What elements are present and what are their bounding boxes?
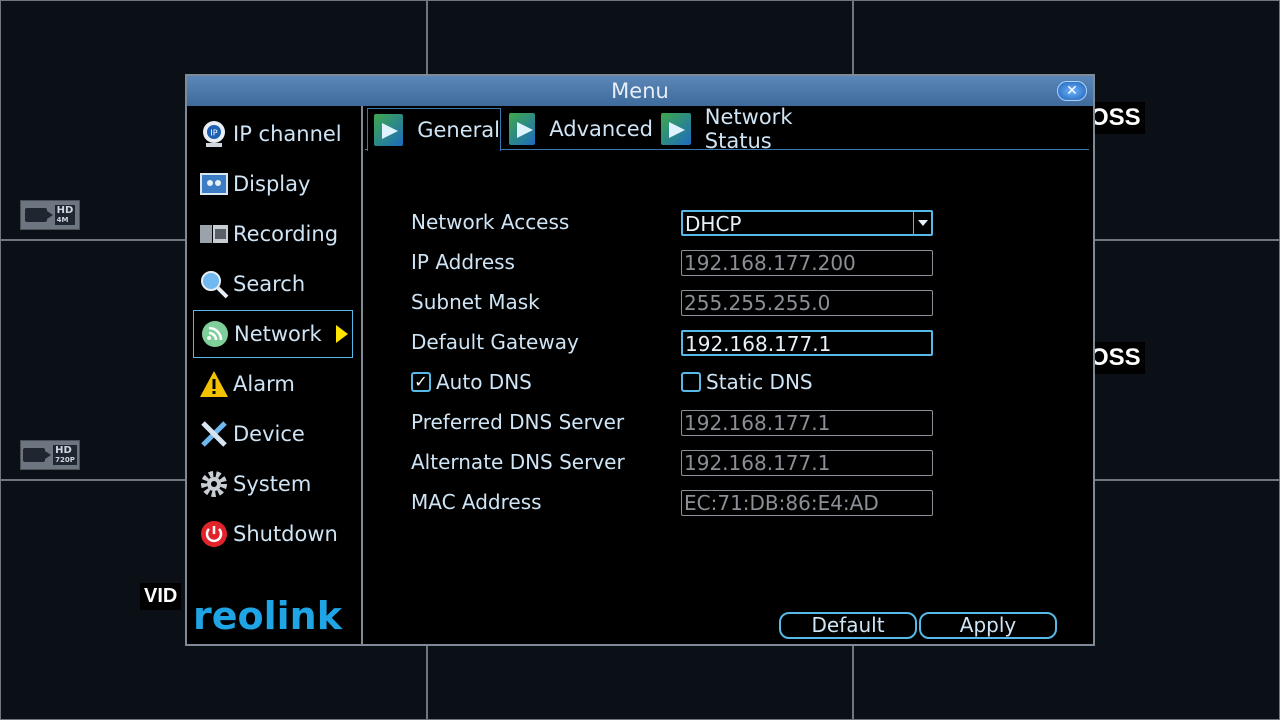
sidebar-item-label: Device (233, 422, 305, 446)
sidebar-item-network[interactable]: Network (193, 310, 353, 358)
display-icon (199, 169, 229, 199)
system-icon (199, 469, 229, 499)
video-camera-icon (23, 448, 52, 462)
tab-label: Network Status (704, 105, 793, 153)
sidebar-item-search[interactable]: Search (193, 260, 353, 308)
sidebar-item-label: System (233, 472, 312, 496)
video-camera-icon (24, 208, 53, 222)
sidebar-item-device[interactable]: Device (193, 410, 353, 458)
reolink-logo: reolink (193, 594, 342, 638)
default-gateway-label: Default Gateway (411, 330, 579, 354)
mac-address-label: MAC Address (411, 490, 542, 514)
auto-dns-option[interactable]: ✓ Auto DNS (411, 370, 532, 394)
static-dns-label: Static DNS (706, 370, 813, 394)
alternate-dns-field[interactable]: 192.168.177.1 (681, 450, 933, 476)
subnet-mask-label: Subnet Mask (411, 290, 540, 314)
network-content: General Advanced Network Status Network … (365, 105, 1093, 644)
general-tab-icon (374, 114, 404, 146)
preferred-dns-label: Preferred DNS Server (411, 410, 625, 434)
sidebar-item-label: Recording (233, 222, 339, 246)
recording-icon (199, 219, 229, 249)
network-access-select[interactable]: DHCP (681, 210, 933, 236)
sidebar-item-label: Network (234, 322, 322, 346)
shutdown-icon (199, 519, 229, 549)
mac-address-field: EC:71:DB:86:E4:AD (681, 490, 933, 516)
sidebar: IP IP channel Display Recording Search N… (187, 106, 363, 644)
auto-dns-label: Auto DNS (436, 370, 532, 394)
network-access-label: Network Access (411, 210, 570, 234)
ip-camera-icon: IP (199, 119, 229, 149)
camera-hd-badge: HD 4M (20, 200, 80, 230)
badge-hd-text: HD (56, 205, 74, 216)
svg-text:IP: IP (210, 129, 217, 138)
title-bar: Menu ✕ (187, 76, 1093, 106)
advanced-tab-icon (509, 113, 536, 145)
sidebar-item-recording[interactable]: Recording (193, 210, 353, 258)
close-icon: ✕ (1066, 83, 1078, 99)
badge-resolution-text: 4M (56, 216, 69, 224)
network-status-tab-icon (661, 113, 691, 145)
tab-label: Advanced (549, 117, 653, 141)
chevron-down-icon[interactable] (913, 212, 931, 234)
sidebar-item-label: Search (233, 272, 306, 296)
default-gateway-field[interactable]: 192.168.177.1 (681, 330, 933, 356)
camera-hd-badge: HD 720P (20, 440, 80, 470)
search-icon (199, 269, 229, 299)
ip-address-label: IP Address (411, 250, 515, 274)
sidebar-item-system[interactable]: System (193, 460, 353, 508)
sidebar-item-alarm[interactable]: Alarm (193, 360, 353, 408)
tab-advanced[interactable]: Advanced (503, 108, 653, 150)
sidebar-item-label: Display (233, 172, 311, 196)
default-button[interactable]: Default (779, 612, 917, 639)
static-dns-option[interactable]: Static DNS (681, 370, 813, 394)
close-button[interactable]: ✕ (1057, 81, 1087, 101)
alternate-dns-label: Alternate DNS Server (411, 450, 625, 474)
window-title: Menu (611, 79, 669, 103)
preferred-dns-field[interactable]: 192.168.177.1 (681, 410, 933, 436)
sidebar-item-label: IP channel (233, 122, 342, 146)
alarm-icon (199, 369, 229, 399)
tab-network-status[interactable]: Network Status (655, 105, 855, 153)
badge-hd-text: HD (55, 445, 72, 456)
static-dns-checkbox[interactable] (681, 372, 701, 392)
sidebar-item-ip-channel[interactable]: IP IP channel (193, 110, 353, 158)
apply-button[interactable]: Apply (919, 612, 1057, 639)
badge-resolution-text: 720P (55, 456, 75, 464)
network-access-value: DHCP (685, 212, 742, 236)
sidebar-item-label: Alarm (233, 372, 295, 396)
tab-label: General (417, 118, 500, 142)
network-icon (200, 319, 230, 349)
device-icon (199, 419, 229, 449)
menu-window: Menu ✕ IP IP channel Display Recording S… (185, 74, 1095, 646)
sidebar-item-label: Shutdown (233, 522, 338, 546)
subnet-mask-field[interactable]: 255.255.255.0 (681, 290, 933, 316)
video-loss-label: VID (140, 583, 182, 610)
sidebar-item-shutdown[interactable]: Shutdown (193, 510, 353, 558)
tab-bar: General Advanced Network Status (365, 105, 1089, 153)
auto-dns-checkbox[interactable]: ✓ (411, 372, 431, 392)
tab-general[interactable]: General (367, 108, 501, 151)
ip-address-field[interactable]: 192.168.177.200 (681, 250, 933, 276)
sidebar-item-display[interactable]: Display (193, 160, 353, 208)
active-arrow-icon (336, 325, 348, 343)
